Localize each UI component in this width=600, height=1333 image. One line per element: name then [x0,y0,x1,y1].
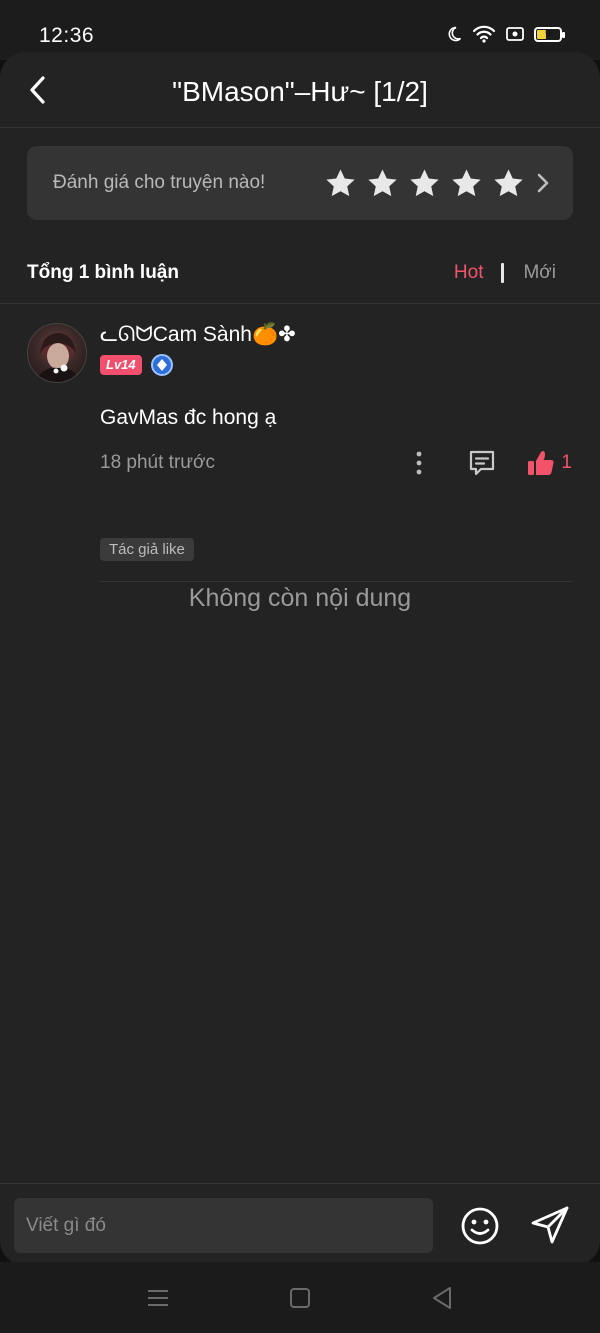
rating-label: Đánh giá cho truyện nào! [53,172,266,193]
end-of-content-note: Không còn nội dung [188,584,412,612]
comment-summary: Tổng 1 bình luận Hot Mới [27,258,556,288]
star-icon[interactable] [324,167,357,200]
user-badges: Lv14 [100,354,173,376]
emoji-icon[interactable] [460,1206,500,1246]
comment-time: 18 phút trước [100,452,215,473]
thumbs-up-icon [528,451,554,475]
more-vertical-icon [417,451,422,475]
page-title: "BMason"–Hư~ [1/2] [172,76,428,107]
screen-record-icon [506,27,524,41]
author-like-tag: Tác giả like [100,538,194,561]
comment-input-bar [0,1183,600,1266]
wifi-icon [472,25,496,43]
chevron-right-icon [537,173,549,193]
star-icon[interactable] [450,167,483,200]
status-time: 12:36 [39,24,95,47]
comment-username[interactable]: ᓚᘏᗢCam Sành🍊✤ [100,322,296,347]
system-nav-bar [0,1262,600,1333]
comment-meta: 18 phút trước 1 [100,450,572,476]
moon-icon [448,26,462,42]
battery-level: 9 [545,28,551,40]
star-rating[interactable] [324,167,525,200]
send-icon[interactable] [529,1204,571,1246]
status-bar: 12:36 9 [0,0,600,60]
sort-hot-tab[interactable]: Hot [454,262,484,284]
total-comments: Tổng 1 bình luận [27,262,179,283]
like-button[interactable]: 1 [527,450,572,476]
star-icon[interactable] [366,167,399,200]
back-triangle-icon[interactable] [429,1285,455,1311]
status-icons: 9 [446,25,565,43]
comments-sheet: "BMason"–Hư~ [1/2] Đánh giá cho truyện n… [0,52,600,1266]
medal-icon [150,354,173,376]
star-icon[interactable] [492,167,525,200]
battery-icon: 9 [534,26,565,42]
divider [0,303,600,304]
rating-box[interactable]: Đánh giá cho truyện nào! [27,146,573,220]
comment-text: GavMas đc hong ạ [100,406,277,429]
avatar-image [36,333,80,382]
avatar[interactable] [27,323,87,383]
more-options-button[interactable] [409,450,429,476]
star-icon[interactable] [408,167,441,200]
like-count: 1 [561,452,572,473]
level-badge: Lv14 [100,355,142,375]
sort-divider [501,263,505,283]
menu-icon[interactable] [145,1285,171,1311]
reply-icon[interactable] [467,448,497,478]
comment-input[interactable] [14,1198,433,1253]
sort-new-tab[interactable]: Mới [523,262,556,284]
comment-divider [100,581,572,582]
header: "BMason"–Hư~ [1/2] [0,52,600,128]
home-square-icon[interactable] [287,1285,313,1311]
